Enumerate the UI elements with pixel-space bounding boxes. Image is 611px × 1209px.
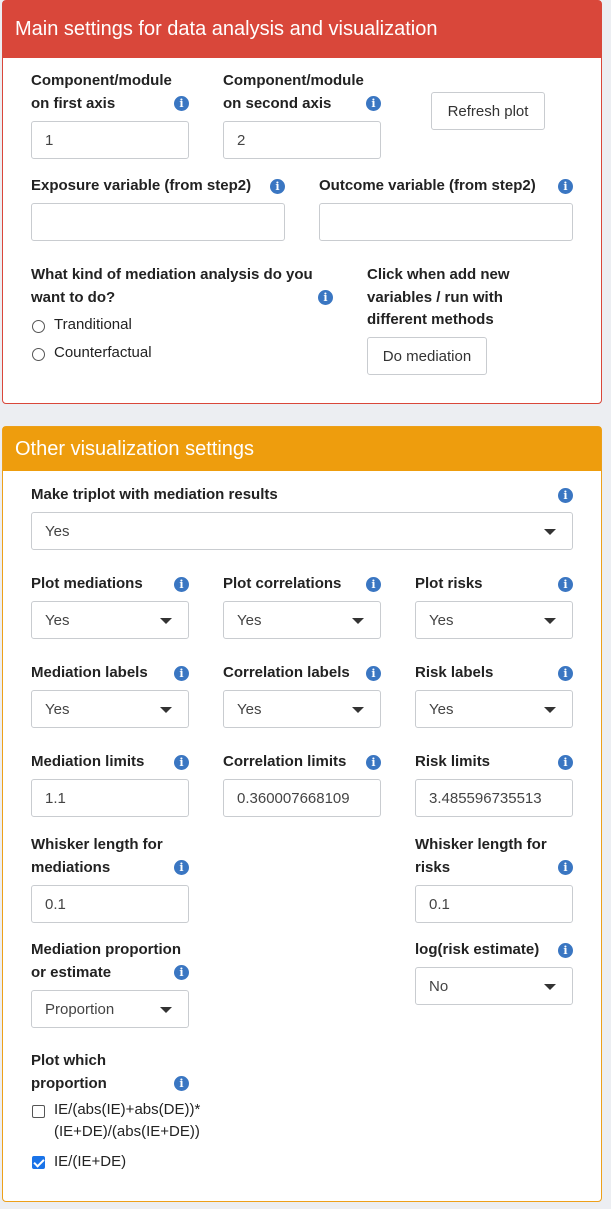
other-settings-panel: Other visualization settings Make triplo…	[2, 426, 602, 1202]
main-settings-header: Main settings for data analysis and visu…	[3, 1, 601, 58]
add-vars-label: Click when add new variables / run with di…	[367, 266, 510, 328]
exposure-label: Exposure variable (from step2)	[31, 177, 252, 194]
correlation-labels-label: Correlation labels	[223, 664, 350, 681]
plot-which-proportion-info-icon[interactable]: i	[174, 1076, 189, 1091]
correlation-limits-label: Correlation limits	[223, 753, 347, 770]
plot-risks-info-icon[interactable]: i	[558, 577, 573, 592]
proportion-option-1-label: IE/(abs(IE)+abs(DE))* (IE+DE)/(abs(IE+DE)…	[54, 1101, 201, 1140]
whisker-mediations-label: Whisker length for mediations	[31, 836, 163, 876]
exposure-info-icon[interactable]: i	[270, 179, 285, 194]
mediation-kind-info-icon[interactable]: i	[318, 290, 333, 305]
triplot-select[interactable]: Yes	[31, 512, 573, 550]
whisker-risks-info-icon[interactable]: i	[558, 860, 573, 875]
main-settings-panel: Main settings for data analysis and visu…	[2, 0, 602, 404]
mediation-labels-info-icon[interactable]: i	[174, 666, 189, 681]
proportion-option-2-checkbox[interactable]	[32, 1156, 45, 1169]
plot-correlations-select[interactable]: Yes	[223, 601, 381, 639]
proportion-option-2-label: IE/(IE+DE)	[54, 1153, 127, 1170]
risk-labels-select[interactable]: Yes	[415, 690, 573, 728]
radio-traditional-label: Tranditional	[54, 316, 132, 333]
risk-limits-input[interactable]: 3.485596735513	[415, 779, 573, 817]
log-risk-select[interactable]: No	[415, 967, 573, 1005]
radio-counterfactual[interactable]	[32, 348, 45, 361]
plot-correlations-info-icon[interactable]: i	[366, 577, 381, 592]
correlation-limits-input[interactable]: 0.360007668109	[223, 779, 381, 817]
comp1-label: Component/module on first axis	[31, 72, 172, 112]
mediation-proportion-info-icon[interactable]: i	[174, 965, 189, 980]
mediation-limits-label: Mediation limits	[31, 753, 145, 770]
risk-labels-label: Risk labels	[415, 664, 494, 681]
mediation-proportion-select[interactable]: Proportion	[31, 990, 189, 1028]
whisker-risks-label: Whisker length for risks	[415, 836, 547, 876]
plot-correlations-label: Plot correlations	[223, 575, 342, 592]
plot-mediations-label: Plot mediations	[31, 575, 143, 592]
triplot-info-icon[interactable]: i	[558, 488, 573, 503]
whisker-risks-input[interactable]: 0.1	[415, 885, 573, 923]
comp2-label: Component/module on second axis	[223, 72, 364, 112]
do-mediation-button[interactable]: Do mediation	[367, 337, 487, 375]
whisker-mediations-input[interactable]: 0.1	[31, 885, 189, 923]
plot-risks-label: Plot risks	[415, 575, 483, 592]
plot-which-proportion-label: Plot which proportion	[31, 1052, 107, 1092]
proportion-option-1-checkbox[interactable]	[32, 1105, 45, 1118]
main-settings-title: Main settings for data analysis and visu…	[15, 18, 438, 40]
risk-limits-info-icon[interactable]: i	[558, 755, 573, 770]
comp1-info-icon[interactable]: i	[174, 96, 189, 111]
mediation-limits-info-icon[interactable]: i	[174, 755, 189, 770]
other-settings-header: Other visualization settings	[3, 427, 601, 471]
plot-risks-select[interactable]: Yes	[415, 601, 573, 639]
other-settings-title: Other visualization settings	[15, 437, 255, 460]
risk-labels-info-icon[interactable]: i	[558, 666, 573, 681]
mediation-proportion-label: Mediation proportion or estimate	[31, 941, 181, 981]
log-risk-info-icon[interactable]: i	[558, 943, 573, 958]
refresh-plot-button[interactable]: Refresh plot	[431, 92, 545, 130]
radio-counterfactual-label: Counterfactual	[54, 344, 152, 361]
outcome-label: Outcome variable (from step2)	[319, 177, 536, 194]
mediation-kind-label: What kind of mediation analysis do you wa…	[31, 266, 313, 306]
comp2-info-icon[interactable]: i	[366, 96, 381, 111]
correlation-labels-select[interactable]: Yes	[223, 690, 381, 728]
exposure-input[interactable]	[31, 203, 285, 241]
radio-traditional[interactable]	[32, 320, 45, 333]
comp1-input[interactable]: 1	[31, 121, 189, 159]
plot-mediations-select[interactable]: Yes	[31, 601, 189, 639]
comp2-input[interactable]: 2	[223, 121, 381, 159]
correlation-labels-info-icon[interactable]: i	[366, 666, 381, 681]
triplot-label: Make triplot with mediation results	[31, 486, 278, 503]
mediation-labels-label: Mediation labels	[31, 664, 148, 681]
mediation-limits-input[interactable]: 1.1	[31, 779, 189, 817]
risk-limits-label: Risk limits	[415, 753, 491, 770]
log-risk-label: log(risk estimate)	[415, 941, 540, 958]
mediation-labels-select[interactable]: Yes	[31, 690, 189, 728]
correlation-limits-info-icon[interactable]: i	[366, 755, 381, 770]
outcome-info-icon[interactable]: i	[558, 179, 573, 194]
outcome-input[interactable]	[319, 203, 573, 241]
whisker-mediations-info-icon[interactable]: i	[174, 860, 189, 875]
plot-mediations-info-icon[interactable]: i	[174, 577, 189, 592]
